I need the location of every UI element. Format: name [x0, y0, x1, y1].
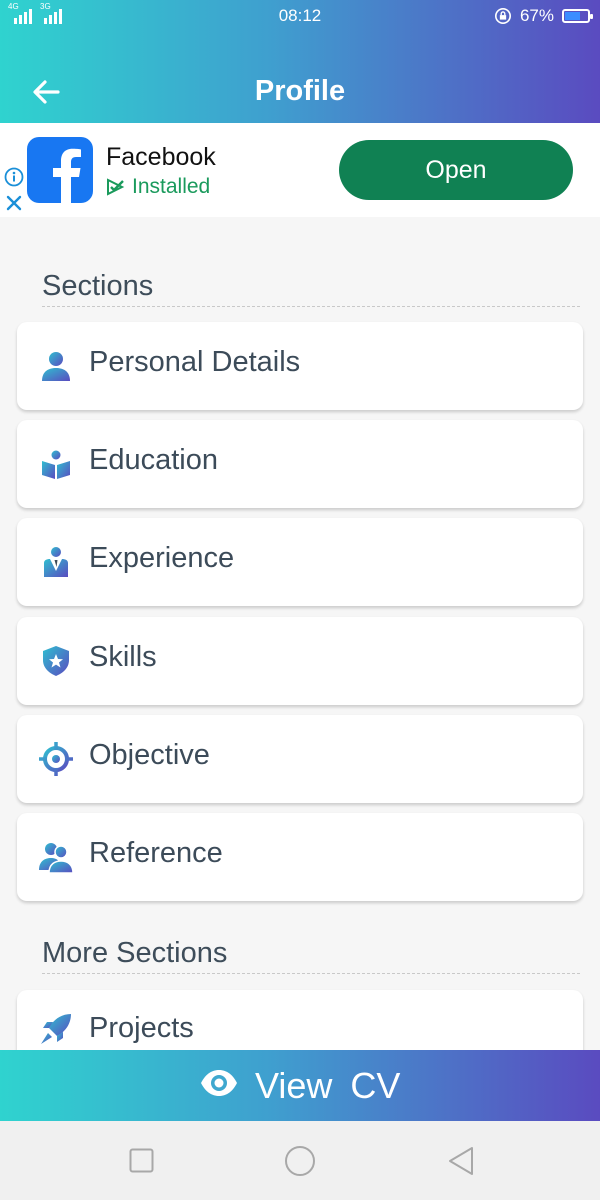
- ad-installed-status: Installed: [106, 175, 210, 199]
- installed-label: Installed: [132, 175, 211, 198]
- section-item-experience[interactable]: Experience: [17, 518, 583, 606]
- section-heading: Sections: [42, 270, 154, 302]
- info-icon[interactable]: [4, 167, 24, 187]
- section-item-label: Experience: [89, 542, 235, 574]
- battery-icon: [562, 9, 593, 23]
- facebook-logo-icon[interactable]: [27, 137, 93, 203]
- status-bar: 4G 3G 08:12 67%: [0, 0, 600, 34]
- app-header: 4G 3G 08:12 67% Profile: [0, 0, 600, 123]
- section-divider: [42, 973, 580, 974]
- section-item-personal-details[interactable]: Personal Details: [17, 322, 583, 410]
- rocket-icon: [41, 1014, 71, 1044]
- business-person-icon: [44, 547, 68, 577]
- section-item-skills[interactable]: Skills: [17, 617, 583, 705]
- people-icon: [39, 843, 73, 874]
- book-reader-icon: [42, 450, 70, 479]
- system-navigation-bar: [0, 1121, 600, 1200]
- back-triangle-icon[interactable]: [447, 1146, 475, 1176]
- section-item-label: Reference: [89, 837, 223, 869]
- rotation-lock-icon: [494, 7, 511, 25]
- section-divider: [42, 306, 580, 307]
- shield-star-icon: [43, 646, 69, 676]
- installed-check-icon: [107, 178, 125, 196]
- person-icon: [42, 352, 70, 381]
- page-title: Profile: [254, 75, 346, 107]
- view-cv-label: View CV: [255, 1065, 401, 1106]
- close-icon[interactable]: [5, 194, 23, 212]
- section-item-label: Education: [89, 444, 218, 476]
- section-item-label: Objective: [89, 739, 210, 771]
- section-item-label: Projects: [89, 1012, 194, 1044]
- open-button[interactable]: Open: [339, 140, 573, 200]
- more-sections-heading: More Sections: [42, 937, 228, 969]
- section-item-reference[interactable]: Reference: [17, 813, 583, 901]
- recent-apps-icon[interactable]: [129, 1148, 154, 1173]
- eye-icon: [201, 1070, 237, 1096]
- home-icon[interactable]: [284, 1145, 316, 1177]
- section-item-label: Personal Details: [89, 346, 301, 378]
- target-icon: [39, 742, 73, 776]
- section-item-label: Skills: [89, 641, 157, 673]
- view-cv-button[interactable]: View CV: [0, 1050, 600, 1121]
- battery-percent: 67%: [519, 6, 554, 25]
- section-item-objective[interactable]: Objective: [17, 715, 583, 803]
- section-item-education[interactable]: Education: [17, 420, 583, 508]
- ad-app-name: Facebook: [106, 143, 216, 171]
